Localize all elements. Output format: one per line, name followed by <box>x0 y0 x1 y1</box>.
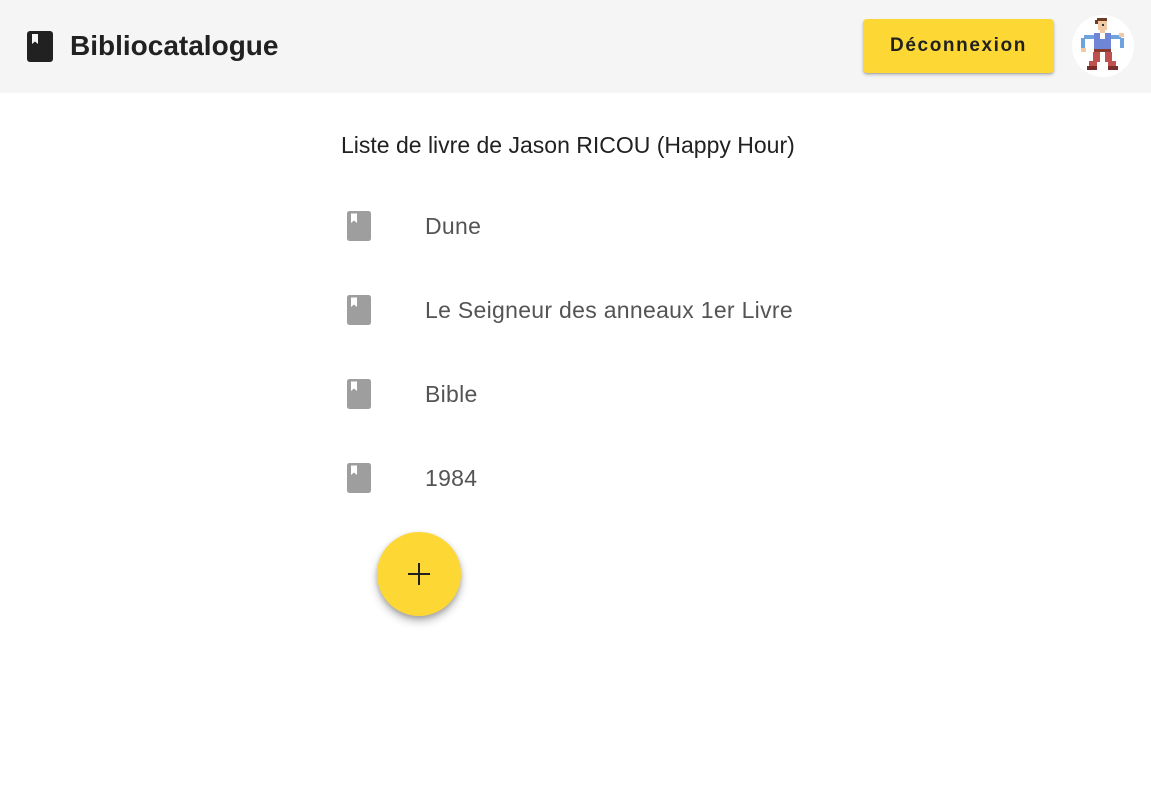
book-title: 1984 <box>425 465 478 491</box>
book-icon <box>347 211 371 241</box>
page-title: Liste de livre de Jason RICOU (Happy Hou… <box>341 132 795 158</box>
book-icon <box>347 295 371 325</box>
book-title: Bible <box>425 381 478 407</box>
book-icon <box>347 379 371 409</box>
app-bar: Bibliocatalogue Déconnexion <box>0 0 1151 93</box>
book-icon <box>347 463 371 493</box>
book-list: Dune Le Seigneur des anneaux 1er Livre B… <box>336 184 856 520</box>
app-title: Bibliocatalogue <box>70 30 279 61</box>
list-item[interactable]: 1984 <box>336 436 856 520</box>
avatar[interactable] <box>1072 15 1134 77</box>
list-item[interactable]: Bible <box>336 352 856 436</box>
book-icon <box>27 31 53 62</box>
plus-icon <box>408 563 430 585</box>
add-book-button[interactable] <box>377 532 461 616</box>
book-title: Le Seigneur des anneaux 1er Livre <box>425 297 793 323</box>
list-item[interactable]: Le Seigneur des anneaux 1er Livre <box>336 268 856 352</box>
book-title: Dune <box>425 213 482 239</box>
list-item[interactable]: Dune <box>336 184 856 268</box>
logout-button[interactable]: Déconnexion <box>863 19 1054 73</box>
pixel-character-avatar <box>1081 18 1124 70</box>
